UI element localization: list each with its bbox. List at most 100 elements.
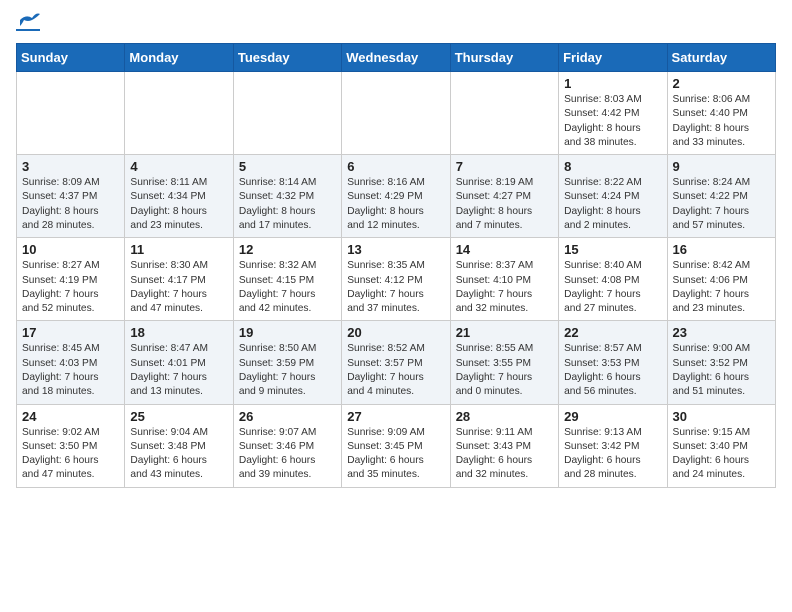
calendar-cell: 25 Sunrise: 9:04 AM Sunset: 3:48 PM Dayli… [125, 404, 233, 487]
calendar-cell: 19 Sunrise: 8:50 AM Sunset: 3:59 PM Dayli… [233, 321, 341, 404]
calendar-cell: 26 Sunrise: 9:07 AM Sunset: 3:46 PM Dayli… [233, 404, 341, 487]
calendar-cell: 8 Sunrise: 8:22 AM Sunset: 4:24 PM Daylig… [559, 155, 667, 238]
calendar-cell: 24 Sunrise: 9:02 AM Sunset: 3:50 PM Dayli… [17, 404, 125, 487]
day-info: Sunrise: 8:19 AM Sunset: 4:27 PM Dayligh… [456, 176, 553, 233]
day-number: 11 [130, 242, 227, 257]
logo [16, 16, 40, 31]
calendar-cell: 2 Sunrise: 8:06 AM Sunset: 4:40 PM Daylig… [667, 72, 775, 155]
day-info: Sunrise: 9:11 AM Sunset: 3:43 PM Dayligh… [456, 426, 553, 483]
day-number: 26 [239, 409, 336, 424]
calendar-cell: 28 Sunrise: 9:11 AM Sunset: 3:43 PM Dayli… [450, 404, 558, 487]
day-number: 20 [347, 325, 444, 340]
day-info: Sunrise: 8:11 AM Sunset: 4:34 PM Dayligh… [130, 176, 227, 233]
calendar-cell: 5 Sunrise: 8:14 AM Sunset: 4:32 PM Daylig… [233, 155, 341, 238]
day-info: Sunrise: 8:32 AM Sunset: 4:15 PM Dayligh… [239, 259, 336, 316]
day-info: Sunrise: 9:02 AM Sunset: 3:50 PM Dayligh… [22, 426, 119, 483]
page-header [16, 16, 776, 31]
day-number: 16 [673, 242, 770, 257]
calendar-cell [17, 72, 125, 155]
day-info: Sunrise: 8:03 AM Sunset: 4:42 PM Dayligh… [564, 93, 661, 150]
calendar-cell: 29Sunrise: 9:13 AM Sunset: 3:42 PM Dayli… [559, 404, 667, 487]
day-info: Sunrise: 8:06 AM Sunset: 4:40 PM Dayligh… [673, 93, 770, 150]
day-number: 14 [456, 242, 553, 257]
day-info: Sunrise: 8:30 AM Sunset: 4:17 PM Dayligh… [130, 259, 227, 316]
day-info: Sunrise: 9:15 AM Sunset: 3:40 PM Dayligh… [673, 426, 770, 483]
calendar-cell: 22 Sunrise: 8:57 AM Sunset: 3:53 PM Dayli… [559, 321, 667, 404]
calendar-cell [125, 72, 233, 155]
calendar-cell: 10 Sunrise: 8:27 AM Sunset: 4:19 PM Dayli… [17, 238, 125, 321]
calendar-cell: 11 Sunrise: 8:30 AM Sunset: 4:17 PM Dayli… [125, 238, 233, 321]
day-info: Sunrise: 8:50 AM Sunset: 3:59 PM Dayligh… [239, 342, 336, 399]
day-number: 12 [239, 242, 336, 257]
day-info: Sunrise: 8:55 AM Sunset: 3:55 PM Dayligh… [456, 342, 553, 399]
calendar-cell: 9 Sunrise: 8:24 AM Sunset: 4:22 PM Daylig… [667, 155, 775, 238]
day-info: Sunrise: 8:42 AM Sunset: 4:06 PM Dayligh… [673, 259, 770, 316]
day-info: Sunrise: 8:57 AM Sunset: 3:53 PM Dayligh… [564, 342, 661, 399]
day-number: 29 [564, 409, 661, 424]
day-number: 18 [130, 325, 227, 340]
day-info: Sunrise: 9:04 AM Sunset: 3:48 PM Dayligh… [130, 426, 227, 483]
day-number: 24 [22, 409, 119, 424]
calendar-cell [233, 72, 341, 155]
weekday-header: Wednesday [342, 44, 450, 72]
day-number: 27 [347, 409, 444, 424]
day-number: 23 [673, 325, 770, 340]
day-number: 3 [22, 159, 119, 174]
calendar-cell: 27 Sunrise: 9:09 AM Sunset: 3:45 PM Dayli… [342, 404, 450, 487]
day-number: 4 [130, 159, 227, 174]
calendar-cell [450, 72, 558, 155]
day-number: 25 [130, 409, 227, 424]
day-number: 13 [347, 242, 444, 257]
day-number: 15 [564, 242, 661, 257]
calendar-week-row: 1 Sunrise: 8:03 AM Sunset: 4:42 PM Daylig… [17, 72, 776, 155]
calendar-week-row: 3Sunrise: 8:09 AM Sunset: 4:37 PM Daylig… [17, 155, 776, 238]
calendar-cell: 6Sunrise: 8:16 AM Sunset: 4:29 PM Daylig… [342, 155, 450, 238]
day-info: Sunrise: 8:14 AM Sunset: 4:32 PM Dayligh… [239, 176, 336, 233]
calendar-week-row: 24 Sunrise: 9:02 AM Sunset: 3:50 PM Dayli… [17, 404, 776, 487]
calendar-table: SundayMondayTuesdayWednesdayThursdayFrid… [16, 43, 776, 488]
calendar-cell: 12 Sunrise: 8:32 AM Sunset: 4:15 PM Dayli… [233, 238, 341, 321]
day-number: 8 [564, 159, 661, 174]
calendar-cell: 21 Sunrise: 8:55 AM Sunset: 3:55 PM Dayli… [450, 321, 558, 404]
calendar-cell: 7 Sunrise: 8:19 AM Sunset: 4:27 PM Daylig… [450, 155, 558, 238]
day-number: 9 [673, 159, 770, 174]
calendar-cell: 1 Sunrise: 8:03 AM Sunset: 4:42 PM Daylig… [559, 72, 667, 155]
calendar-cell: 3Sunrise: 8:09 AM Sunset: 4:37 PM Daylig… [17, 155, 125, 238]
calendar-cell: 4 Sunrise: 8:11 AM Sunset: 4:34 PM Daylig… [125, 155, 233, 238]
weekday-header: Sunday [17, 44, 125, 72]
logo-underline [16, 29, 40, 31]
calendar-cell: 14 Sunrise: 8:37 AM Sunset: 4:10 PM Dayli… [450, 238, 558, 321]
day-info: Sunrise: 8:37 AM Sunset: 4:10 PM Dayligh… [456, 259, 553, 316]
day-info: Sunrise: 8:40 AM Sunset: 4:08 PM Dayligh… [564, 259, 661, 316]
day-number: 21 [456, 325, 553, 340]
day-info: Sunrise: 8:22 AM Sunset: 4:24 PM Dayligh… [564, 176, 661, 233]
day-number: 10 [22, 242, 119, 257]
weekday-header: Thursday [450, 44, 558, 72]
day-number: 7 [456, 159, 553, 174]
day-number: 30 [673, 409, 770, 424]
calendar-week-row: 10 Sunrise: 8:27 AM Sunset: 4:19 PM Dayli… [17, 238, 776, 321]
day-info: Sunrise: 9:07 AM Sunset: 3:46 PM Dayligh… [239, 426, 336, 483]
day-number: 28 [456, 409, 553, 424]
day-number: 1 [564, 76, 661, 91]
day-info: Sunrise: 9:09 AM Sunset: 3:45 PM Dayligh… [347, 426, 444, 483]
calendar-cell: 15 Sunrise: 8:40 AM Sunset: 4:08 PM Dayli… [559, 238, 667, 321]
weekday-header: Tuesday [233, 44, 341, 72]
day-info: Sunrise: 8:27 AM Sunset: 4:19 PM Dayligh… [22, 259, 119, 316]
day-info: Sunrise: 9:00 AM Sunset: 3:52 PM Dayligh… [673, 342, 770, 399]
day-number: 19 [239, 325, 336, 340]
day-info: Sunrise: 8:16 AM Sunset: 4:29 PM Dayligh… [347, 176, 444, 233]
calendar-cell: 17Sunrise: 8:45 AM Sunset: 4:03 PM Dayli… [17, 321, 125, 404]
day-info: Sunrise: 8:24 AM Sunset: 4:22 PM Dayligh… [673, 176, 770, 233]
calendar-header-row: SundayMondayTuesdayWednesdayThursdayFrid… [17, 44, 776, 72]
calendar-cell: 18 Sunrise: 8:47 AM Sunset: 4:01 PM Dayli… [125, 321, 233, 404]
day-info: Sunrise: 8:45 AM Sunset: 4:03 PM Dayligh… [22, 342, 119, 399]
day-number: 5 [239, 159, 336, 174]
day-number: 2 [673, 76, 770, 91]
day-info: Sunrise: 8:47 AM Sunset: 4:01 PM Dayligh… [130, 342, 227, 399]
calendar-cell: 23 Sunrise: 9:00 AM Sunset: 3:52 PM Dayli… [667, 321, 775, 404]
day-number: 22 [564, 325, 661, 340]
calendar-cell: 13 Sunrise: 8:35 AM Sunset: 4:12 PM Dayli… [342, 238, 450, 321]
calendar-cell [342, 72, 450, 155]
day-info: Sunrise: 8:35 AM Sunset: 4:12 PM Dayligh… [347, 259, 444, 316]
